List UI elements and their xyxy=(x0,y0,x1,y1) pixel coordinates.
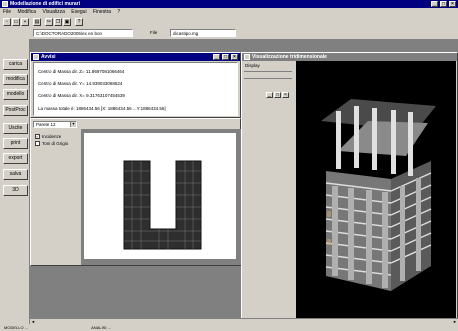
command-sidebar: carica modifica modello PostProc Uscite … xyxy=(0,39,30,324)
main-window: Modellazione di edifici murari _ □ × Fil… xyxy=(0,0,458,331)
display-divider xyxy=(244,78,292,79)
app-title-bar: Modellazione di edifici murari _ □ × xyxy=(0,0,458,8)
view3d-window-icon xyxy=(244,54,250,60)
incidenze-label: Incidenze xyxy=(42,134,62,139)
incidenze-checkbox[interactable]: ✓ Incidenze xyxy=(35,134,61,140)
minimize-button[interactable]: _ xyxy=(431,1,438,7)
menu-help[interactable]: ? xyxy=(117,9,120,15)
avvisi-line: La massa totale è: 1886434.56 [X: 188643… xyxy=(38,106,166,111)
avvisi-maximize-button[interactable]: □ xyxy=(222,54,229,60)
status-bar: MODELLO ... ANALISI ... xyxy=(0,324,458,331)
avvisi-window-icon xyxy=(33,54,39,60)
print-button[interactable]: print xyxy=(3,138,28,149)
avvisi-close-button[interactable]: × xyxy=(231,54,238,60)
open-icon[interactable]: ▭ xyxy=(12,18,20,26)
toni-grigio-checkbox[interactable]: Toni di Grigio xyxy=(35,141,68,147)
paste-icon[interactable]: ▣ xyxy=(63,18,71,26)
avvisi-title: Avvisi xyxy=(41,54,56,60)
menu-visualizza[interactable]: Visualizza xyxy=(42,9,64,15)
menu-finestra[interactable]: Finestra xyxy=(93,9,111,15)
avvisi-line: Centro di Massa dir. Z= 11.8697081066464 xyxy=(38,69,125,74)
info-icon[interactable]: ? xyxy=(75,18,83,26)
display-divider xyxy=(244,71,292,72)
minimized-window-controls: _ □ × xyxy=(266,92,290,100)
restore-close-button[interactable]: × xyxy=(282,92,289,98)
restore-button[interactable]: _ xyxy=(266,92,273,98)
menu-file[interactable]: File xyxy=(3,9,11,15)
uscite-button[interactable]: Uscite xyxy=(3,123,28,134)
modello-button[interactable]: modello xyxy=(3,89,28,100)
avvisi-window: Avvisi _ □ × Centro di Massa dir. Z= 11.… xyxy=(30,52,241,118)
avvisi-line: Centro di Massa dir. X= 9.31763107454539 xyxy=(38,93,125,98)
status-item: ANALISI ... xyxy=(91,325,111,330)
path-field[interactable]: C:\DOCTORADO2005\ex en bon xyxy=(33,29,133,37)
checkmark-icon: ✓ xyxy=(35,134,40,140)
modifica-button[interactable]: modifica xyxy=(3,74,28,85)
wall-elevation-drawing xyxy=(123,160,202,250)
save-icon[interactable]: ▪ xyxy=(21,18,29,26)
copy-icon[interactable]: ❐ xyxy=(54,18,62,26)
plan-canvas[interactable] xyxy=(81,129,241,265)
salva-button[interactable]: salva xyxy=(3,169,28,180)
building-3d-render xyxy=(296,61,456,319)
plan-window: Parete 12 ▼ ✓ Incidenze Toni di Grigio xyxy=(30,118,241,266)
3d-button[interactable]: 3D xyxy=(3,185,28,196)
plan-drawing-area xyxy=(84,133,236,259)
view3d-canvas[interactable] xyxy=(296,61,456,319)
file-field[interactable]: dicastipo.mg xyxy=(170,29,236,37)
cut-icon[interactable]: ✂ xyxy=(45,18,53,26)
avvisi-line: Centro di Massa dir. Y= 14.939033068524 xyxy=(38,81,123,86)
new-icon[interactable]: ▫ xyxy=(3,18,11,26)
carica-button[interactable]: carica xyxy=(3,59,28,70)
plan-left-panel: Parete 12 ▼ ✓ Incidenze Toni di Grigio xyxy=(31,119,81,265)
maximize-button[interactable]: □ xyxy=(440,1,447,7)
menu-esegui[interactable]: Esegui xyxy=(71,9,86,15)
app-icon xyxy=(2,1,8,7)
file-label: File xyxy=(150,30,158,35)
view3d-title-bar: Visualizzazione tridimensionale xyxy=(242,53,457,61)
avvisi-minimize-button[interactable]: _ xyxy=(213,54,220,60)
avvisi-message-list: Centro di Massa dir. Z= 11.8697081066464… xyxy=(33,62,238,116)
avvisi-title-bar: Avvisi _ □ × xyxy=(31,53,240,61)
chevron-down-icon[interactable]: ▼ xyxy=(70,122,76,127)
menu-bar: File Modifica Visualizza Esegui Finestra… xyxy=(0,8,458,16)
wall-select-value: Parete 12 xyxy=(36,122,56,127)
path-bar: C:\DOCTORADO2005\ex en bon File dicastip… xyxy=(0,27,458,39)
print-icon[interactable]: ▤ xyxy=(33,18,41,26)
app-title: Modellazione di edifici murari xyxy=(10,1,81,7)
display-label: Display xyxy=(245,63,260,68)
toolbar: ▫ ▭ ▪ ▤ ✂ ❐ ▣ ? xyxy=(0,16,458,27)
checkbox-empty-icon xyxy=(35,141,40,147)
restore-max-button[interactable]: □ xyxy=(274,92,281,98)
export-button[interactable]: export xyxy=(3,153,28,164)
status-item: MODELLO ... xyxy=(4,325,29,330)
view3d-title: Visualizzazione tridimensionale xyxy=(252,54,327,60)
mdi-workspace: Visualizzazione tridimensionale Display xyxy=(30,39,458,324)
postproc-button[interactable]: PostProc xyxy=(3,105,28,116)
wall-select[interactable]: Parete 12 ▼ xyxy=(33,121,77,128)
menu-modifica[interactable]: Modifica xyxy=(17,9,36,15)
close-button[interactable]: × xyxy=(449,1,456,7)
toni-grigio-label: Toni di Grigio xyxy=(42,141,69,146)
